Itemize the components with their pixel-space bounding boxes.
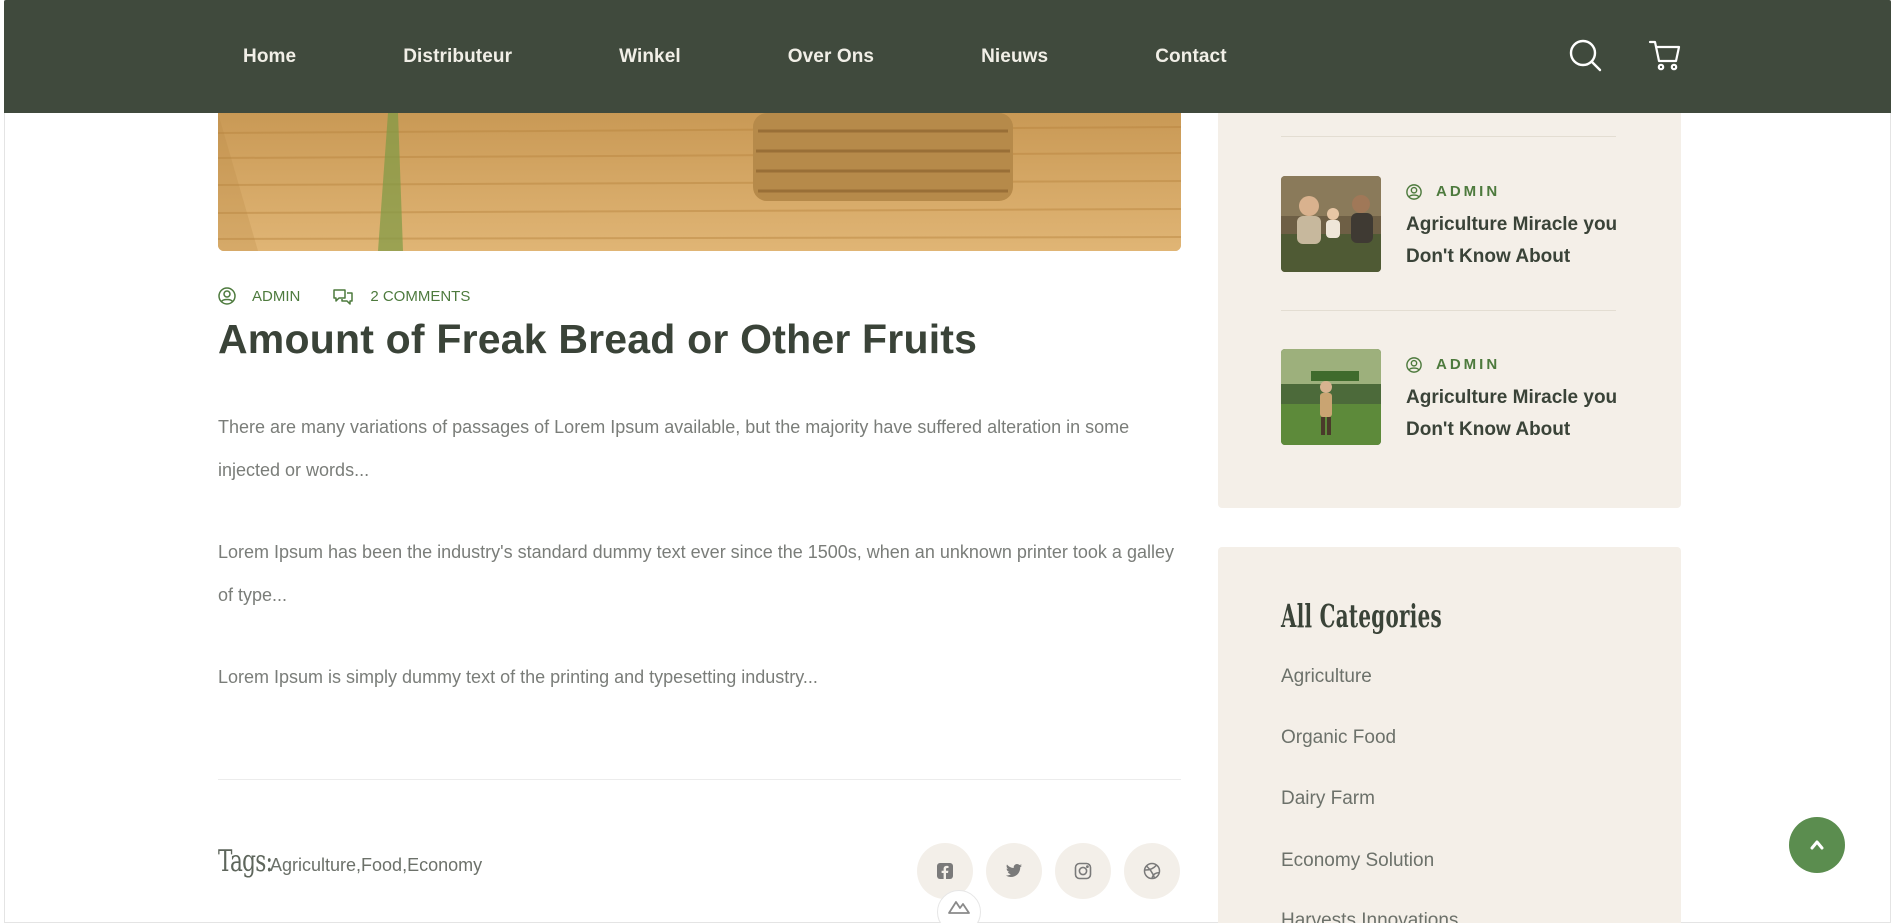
comments-icon [332, 287, 354, 305]
post-tags: Tags: Agriculture,Food,Economy [218, 844, 482, 879]
nav-nieuws[interactable]: Nieuws [981, 46, 1048, 68]
post-meta: ADMIN 2 COMMENTS [218, 287, 470, 305]
post-paragraph: Lorem Ipsum is simply dummy text of the … [218, 667, 818, 687]
post-author[interactable]: ADMIN [252, 288, 300, 305]
recent-post-author: ADMIN [1406, 183, 1500, 200]
tags-label: Tags: [218, 844, 273, 879]
sidebar-recent-posts [1218, 100, 1681, 508]
post-paragraph: Lorem Ipsum has been the industry's stan… [218, 542, 1174, 605]
user-icon [218, 287, 236, 305]
post-featured-image [218, 113, 1181, 251]
category-agriculture[interactable]: Agriculture [1281, 666, 1372, 688]
recent-post-thumbnail[interactable] [1281, 349, 1381, 445]
user-icon [1406, 183, 1422, 200]
recent-post-title[interactable]: Agriculture Miracle you Don't Know About [1406, 209, 1626, 273]
categories-heading: All Categories [1281, 597, 1443, 635]
instagram-icon[interactable] [1055, 843, 1111, 899]
category-economy-solution[interactable]: Economy Solution [1281, 850, 1434, 872]
category-organic-food[interactable]: Organic Food [1281, 727, 1396, 749]
dribbble-icon[interactable] [1124, 843, 1180, 899]
site-header: Home Distributeur Winkel Over Ons Nieuws… [4, 0, 1891, 113]
post-divider [218, 779, 1181, 780]
chevron-up-icon [1810, 840, 1824, 850]
nav-over-ons[interactable]: Over Ons [788, 46, 874, 68]
cart-icon[interactable] [1647, 37, 1683, 73]
sidebar-separator [1281, 136, 1616, 137]
post-title: Amount of Freak Bread or Other Fruits [218, 316, 978, 362]
user-icon [1406, 356, 1422, 373]
recent-post-thumbnail[interactable] [1281, 176, 1381, 272]
nav-distributeur[interactable]: Distributeur [403, 46, 512, 68]
category-dairy-farm[interactable]: Dairy Farm [1281, 788, 1375, 810]
category-harvests-innovations[interactable]: Harvests Innovations [1281, 910, 1458, 923]
recent-post-author: ADMIN [1406, 356, 1500, 373]
nav-winkel[interactable]: Winkel [619, 46, 681, 68]
post-comments-count[interactable]: 2 COMMENTS [370, 288, 470, 305]
scroll-to-top-button[interactable] [1789, 817, 1845, 873]
post-paragraph: There are many variations of passages of… [218, 417, 1130, 480]
search-icon[interactable] [1567, 37, 1603, 73]
main-nav: Home Distributeur Winkel Over Ons Nieuws… [243, 0, 1227, 113]
nav-contact[interactable]: Contact [1155, 46, 1226, 68]
nav-home[interactable]: Home [243, 46, 296, 68]
sidebar-separator [1281, 310, 1616, 311]
twitter-icon[interactable] [986, 843, 1042, 899]
recent-post-title[interactable]: Agriculture Miracle you Don't Know About [1406, 382, 1626, 446]
tags-list[interactable]: Agriculture,Food,Economy [270, 855, 482, 876]
